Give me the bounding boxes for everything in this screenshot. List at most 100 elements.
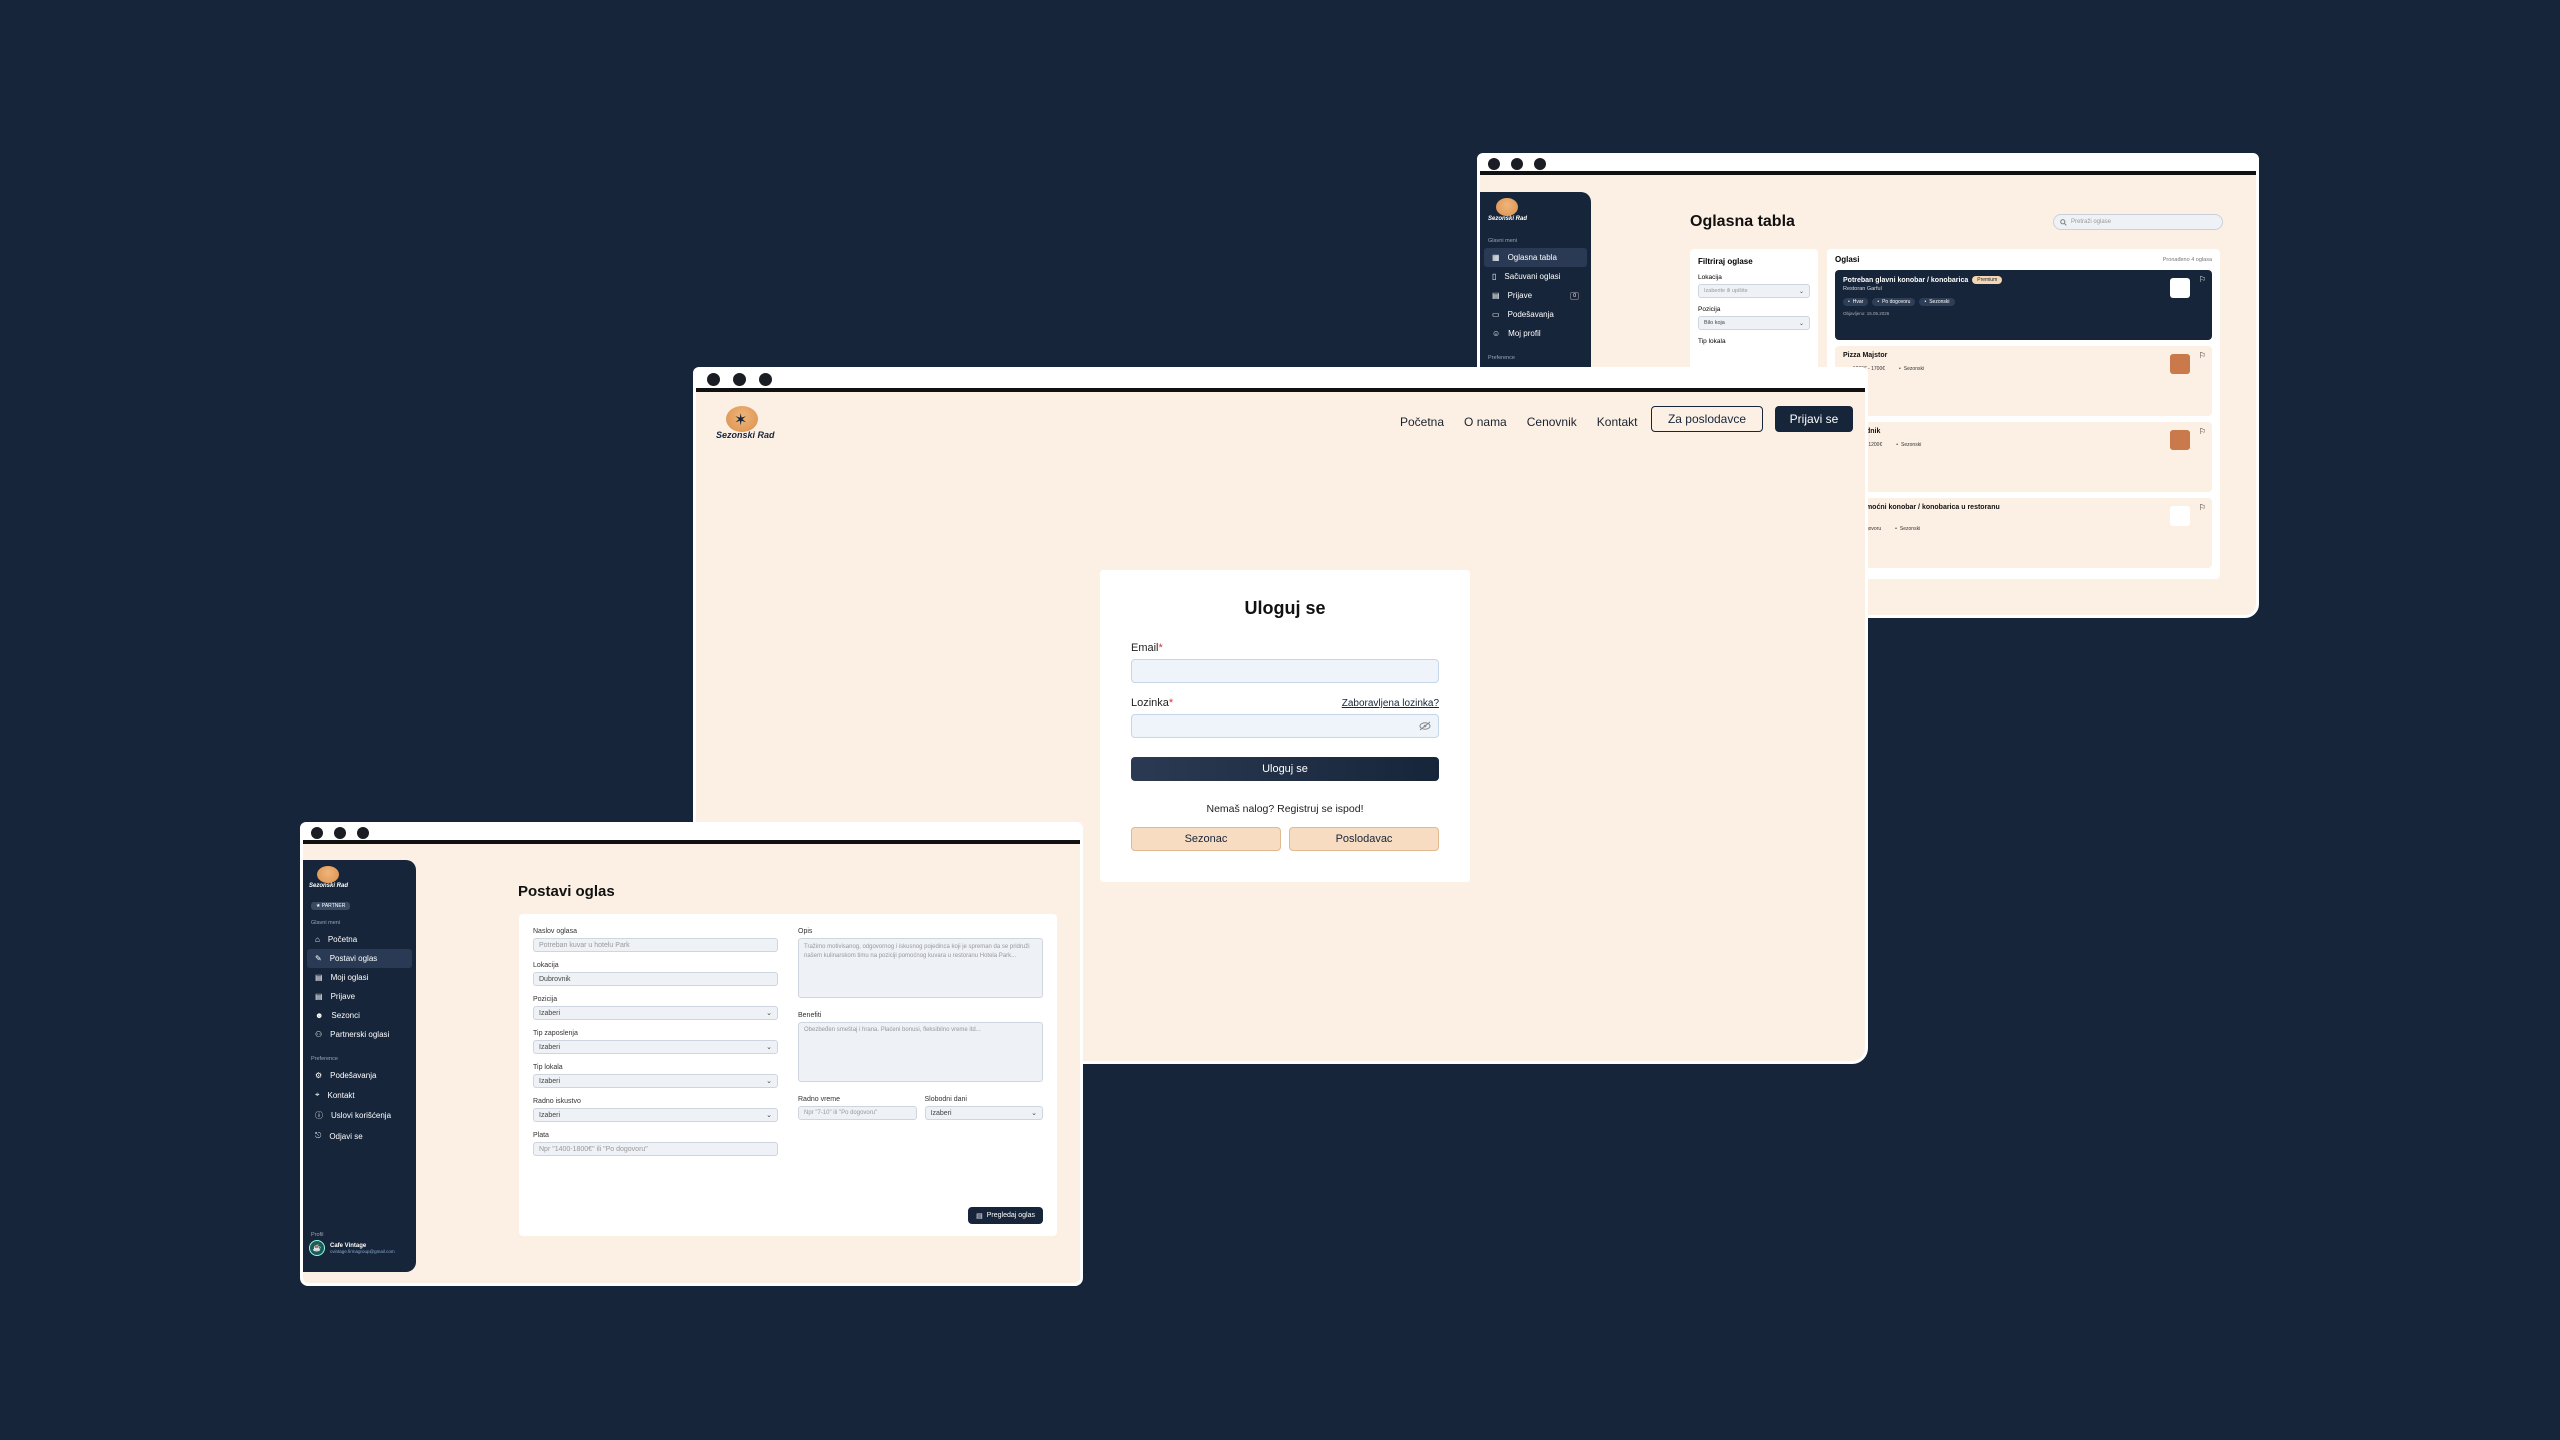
window-dot[interactable] xyxy=(759,372,772,386)
title-input[interactable]: Potreban kuvar u hotelu Park xyxy=(533,938,778,952)
job-card[interactable]: Pizza Majstor•1200€ - 1700€•Sezonski15.0… xyxy=(1835,346,2212,416)
signin-button[interactable]: Prijavi se xyxy=(1775,406,1853,432)
job-tag: • Sezonski xyxy=(1894,365,1929,373)
company-logo xyxy=(2170,354,2190,374)
sidebar-item[interactable]: ⎋ Odjavi se xyxy=(307,1126,412,1146)
sidebar-item[interactable]: ▤ Prijave xyxy=(307,987,412,1006)
salary-input[interactable]: Npr "1400-1800€" ili "Po dogovoru" xyxy=(533,1142,778,1156)
sidebar-item[interactable]: ⌂ Početna xyxy=(307,930,412,949)
position-value: Izaberi xyxy=(539,1009,561,1017)
logo-text: Sezonski Rad xyxy=(1488,216,1528,222)
sidebar-item[interactable]: ☺ Moj profil xyxy=(1484,324,1587,343)
job-tag-label: Sezonski xyxy=(1903,366,1925,372)
email-field[interactable] xyxy=(1131,659,1439,683)
window-dot[interactable] xyxy=(733,372,746,386)
pin-icon: ⌖ xyxy=(315,1090,320,1099)
sidebar-item[interactable]: ✎ Postavi oglas xyxy=(307,949,412,968)
sidebar-item-label: Moj profil xyxy=(1508,329,1541,338)
nav-contact[interactable]: Kontakt xyxy=(1597,415,1638,429)
logo[interactable]: Sezonski Rad xyxy=(1488,198,1528,228)
experience-value: Izaberi xyxy=(539,1111,561,1119)
sidebar-item[interactable]: ⓘ Uslovi korišćenja xyxy=(307,1105,412,1126)
filter-location-select[interactable]: Izaberite ili upišite ⌄ xyxy=(1698,284,1810,298)
sidebar-item-label: Prijave xyxy=(330,992,356,1001)
employment-value: Izaberi xyxy=(539,1043,561,1051)
job-tag-label: Hvar xyxy=(1852,299,1864,305)
company-logo xyxy=(2170,278,2190,298)
job-date: 15.05.2026 xyxy=(1843,538,2204,543)
tag-icon: • xyxy=(1877,299,1880,305)
window-dot[interactable] xyxy=(311,826,323,839)
board-icon: ▦ xyxy=(1492,253,1500,262)
window-dot[interactable] xyxy=(357,826,369,839)
sidebar-item[interactable]: ⌖ Kontakt xyxy=(307,1085,412,1105)
window-dot[interactable] xyxy=(334,826,346,839)
job-date: 15.05.2026 xyxy=(1843,454,2204,459)
bookmark-icon[interactable]: ⚐ xyxy=(2199,503,2206,512)
bookmark-icon[interactable]: ⚐ xyxy=(2199,275,2206,284)
nav-about[interactable]: O nama xyxy=(1464,415,1507,429)
chevron-down-icon: ⌄ xyxy=(766,1044,772,1051)
venue-select[interactable]: Izaberi ⌄ xyxy=(533,1074,778,1088)
logo[interactable]: Sezonski Rad xyxy=(309,866,349,894)
gear-icon: ⚙ xyxy=(315,1071,323,1080)
sidebar-item-label: Kontakt xyxy=(327,1090,355,1100)
venue-label: Tip lokala xyxy=(533,1064,563,1071)
location-input[interactable]: Dubrovnik xyxy=(533,972,778,986)
sidebar-item[interactable]: ▯ Sačuvani oglasi xyxy=(1484,267,1587,286)
position-select[interactable]: Izaberi ⌄ xyxy=(533,1006,778,1020)
hours-input[interactable]: Npr "7-10" ili "Po dogovoru" xyxy=(798,1106,917,1120)
job-tag-label: Sezonski xyxy=(1899,526,1921,532)
search-input[interactable]: Pretraži oglase xyxy=(2053,214,2223,230)
nav-home[interactable]: Početna xyxy=(1400,415,1444,429)
forgot-password-link[interactable]: Zaboravljena lozinka? xyxy=(1342,698,1439,709)
ads-panel: Oglasi Pronađeno 4 oglasa Potreban glavn… xyxy=(1827,249,2220,579)
window-dot[interactable] xyxy=(707,372,720,386)
register-seasonal-button[interactable]: Sezonac xyxy=(1131,827,1281,851)
job-tag: • Sezonski xyxy=(1919,298,1955,306)
job-card[interactable]: ban pomoćni konobar / konobarica u resto… xyxy=(1835,498,2212,568)
logo[interactable]: ✶ Sezonski Rad xyxy=(716,404,776,446)
sidebar-item[interactable]: ⚙ Podešavanja xyxy=(307,1066,412,1085)
sidebar-section-label: Glavni meni xyxy=(1488,238,1518,244)
list-icon: ▤ xyxy=(315,992,323,1001)
bookmark-icon: ▯ xyxy=(1492,272,1497,281)
bookmark-icon[interactable]: ⚐ xyxy=(2199,427,2206,436)
sidebar-item[interactable]: ▤ Moji oglasi xyxy=(307,968,412,987)
job-tag: • Hvar xyxy=(1843,298,1869,306)
nav-pricing[interactable]: Cenovnik xyxy=(1527,415,1577,429)
job-card[interactable]: Potreban glavni konobar / konobarica Prem… xyxy=(1835,270,2212,340)
premium-badge: Premium xyxy=(1972,276,2003,284)
window-dot[interactable] xyxy=(1534,157,1546,170)
preview-button[interactable]: ▤ Pregledaj oglas xyxy=(968,1207,1043,1224)
bookmark-icon[interactable]: ⚐ xyxy=(2199,351,2206,360)
experience-select[interactable]: Izaberi ⌄ xyxy=(533,1108,778,1122)
top-nav: Početna O nama Cenovnik Kontakt xyxy=(1400,415,1637,429)
location-label: Lokacija xyxy=(533,962,559,969)
sidebar-item[interactable]: ▤ Prijave 0 xyxy=(1484,286,1587,305)
desc-textarea[interactable]: Tražimo motivisanog, odgovornog i iskusn… xyxy=(798,938,1043,998)
post-icon: ✎ xyxy=(315,954,322,963)
sidebar-item[interactable]: ⚇ Partnerski oglasi xyxy=(307,1025,412,1044)
sidebar: Sezonski Rad ★ PARTNER Glavni meni ⌂ Poče… xyxy=(303,860,416,1272)
window-dot[interactable] xyxy=(1511,157,1523,170)
eye-off-icon[interactable] xyxy=(1419,721,1431,731)
employment-select[interactable]: Izaberi ⌄ xyxy=(533,1040,778,1054)
post-ad-window: Sezonski Rad ★ PARTNER Glavni meni ⌂ Poče… xyxy=(300,822,1083,1286)
sidebar-item[interactable]: ▭ Podešavanja xyxy=(1484,305,1587,324)
profile-block[interactable]: ☕ Cafe Vintage cvintage.firmagroup@gmail… xyxy=(309,1240,395,1256)
filter-position-select[interactable]: Bilo koja ⌄ xyxy=(1698,316,1810,330)
job-date: 15.05.2026 xyxy=(1843,378,2204,383)
login-submit-button[interactable]: Uloguj se xyxy=(1131,757,1439,781)
benefits-textarea[interactable]: Obezbeđen smeštaj i hrana. Plaćeni bonus… xyxy=(798,1022,1043,1082)
register-employer-button[interactable]: Poslodavac xyxy=(1289,827,1439,851)
window-dot[interactable] xyxy=(1488,157,1500,170)
job-card[interactable]: oćni radnik•900€ - 1200€•Sezonski15.05.2… xyxy=(1835,422,2212,492)
password-field[interactable] xyxy=(1131,714,1439,738)
page-title: Postavi oglas xyxy=(518,883,615,900)
employers-button[interactable]: Za poslodavce xyxy=(1651,406,1763,432)
days-off-select[interactable]: Izaberi ⌄ xyxy=(924,1106,1043,1120)
logo-sun-icon xyxy=(317,866,339,883)
sidebar-item[interactable]: ☻ Sezonci xyxy=(307,1006,412,1025)
sidebar-item[interactable]: ▦ Oglasna tabla xyxy=(1484,248,1587,267)
